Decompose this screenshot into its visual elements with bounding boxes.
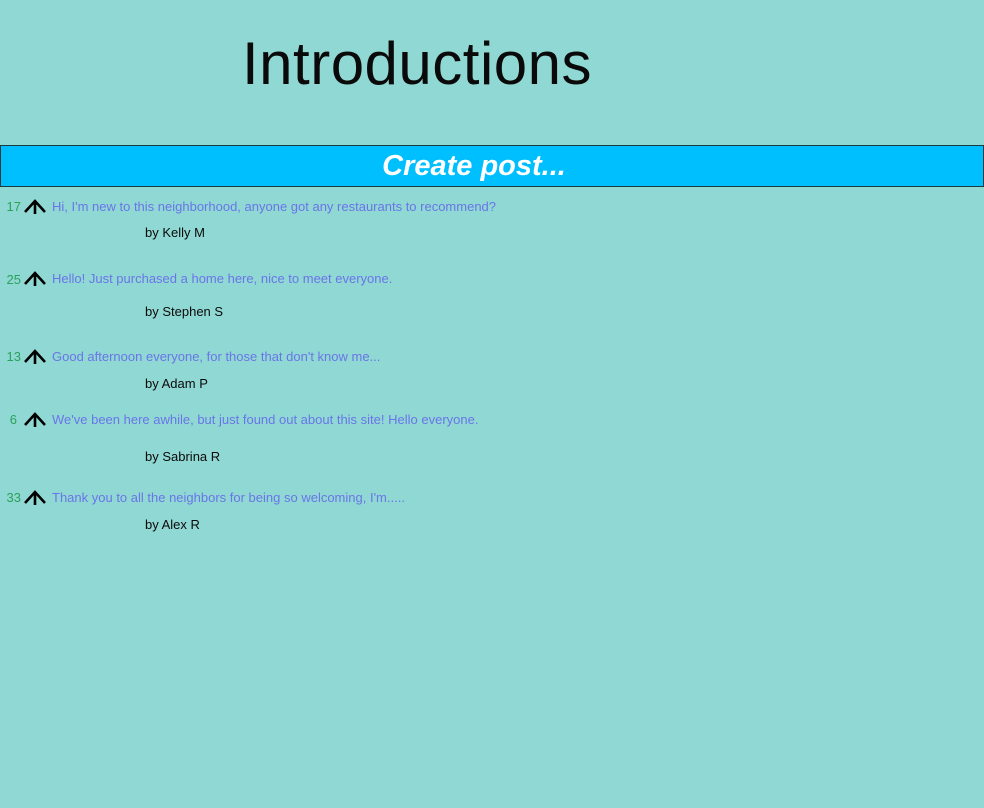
post-title-link[interactable]: We've been here awhile, but just found o… <box>52 412 478 427</box>
upvote-icon[interactable] <box>22 196 48 216</box>
upvote-icon[interactable] <box>22 346 48 366</box>
post-title-link[interactable]: Hello! Just purchased a home here, nice … <box>52 271 392 286</box>
post-title-link[interactable]: Thank you to all the neighbors for being… <box>52 490 405 505</box>
create-post-button[interactable]: Create post... <box>0 145 984 187</box>
post-author: by Adam P <box>145 376 208 391</box>
vote-count: 25 <box>6 272 21 287</box>
vote-count: 33 <box>6 489 21 505</box>
post-title-link[interactable]: Good afternoon everyone, for those that … <box>52 349 380 364</box>
upvote-icon[interactable] <box>22 409 48 429</box>
post-author: by Stephen S <box>145 304 224 319</box>
upvote-icon[interactable] <box>22 268 48 288</box>
vote-count: 13 <box>6 348 21 364</box>
page-title: Introductions <box>242 30 593 97</box>
post-title-link[interactable]: Hi, I'm new to this neighborhood, anyone… <box>52 199 496 214</box>
upvote-icon[interactable] <box>22 487 48 507</box>
post-author: by Alex R <box>145 517 200 532</box>
create-post-label: Create post... <box>382 149 566 182</box>
vote-count: 6 <box>9 411 17 427</box>
post-author: by Sabrina R <box>145 449 221 464</box>
vote-count: 17 <box>6 198 21 214</box>
post-author: by Kelly M <box>145 225 205 240</box>
